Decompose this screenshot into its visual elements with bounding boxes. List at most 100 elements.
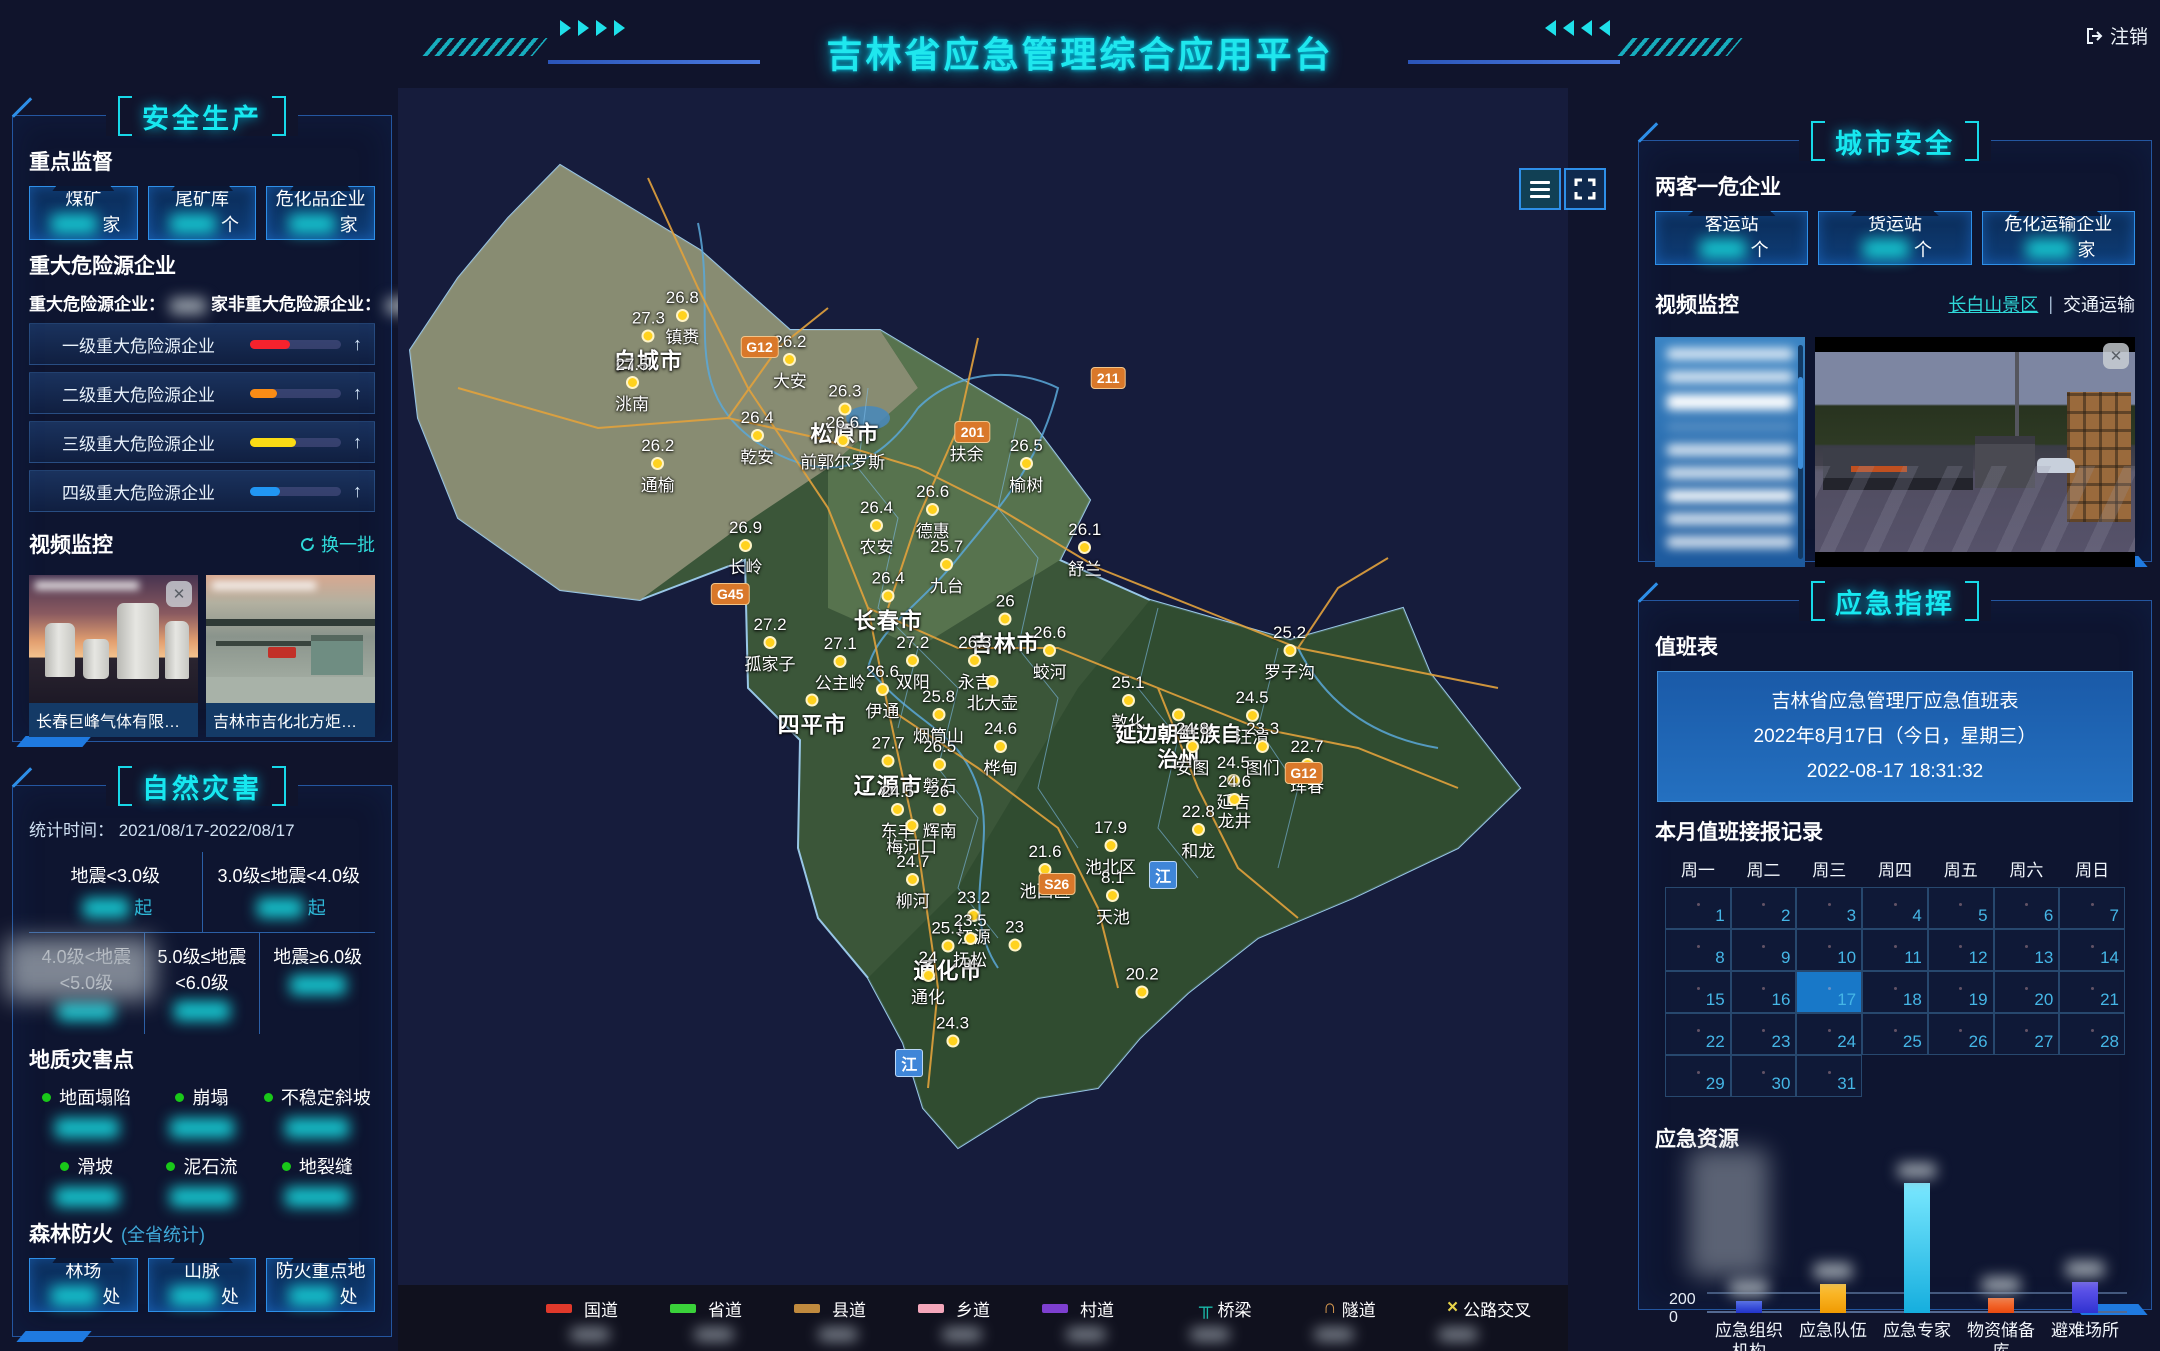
stat-box: 危化运输企业 家 [1982, 211, 2135, 265]
legend-item[interactable]: 省道 [670, 1296, 766, 1341]
bar-column: 应急组织机构 [1707, 1163, 1791, 1313]
day-number: 27 [2034, 1032, 2053, 1052]
legend-item[interactable]: × 公路交叉 [1414, 1296, 1510, 1341]
calendar-day-cell[interactable]: 2 [1731, 887, 1797, 929]
refresh-batch-button[interactable]: 换一批 [299, 531, 375, 557]
day-number: 12 [1969, 948, 1988, 968]
calendar-day-cell[interactable]: 15 [1665, 971, 1731, 1013]
structure-shape [206, 619, 375, 626]
close-icon[interactable]: ✕ [166, 581, 192, 607]
calendar-day-cell[interactable]: 6 [1994, 887, 2060, 929]
calendar-day-cell[interactable]: 7 [2059, 887, 2125, 929]
forest-sub-label: (全省统计) [121, 1225, 205, 1245]
calendar-day-cell[interactable]: 14 [2059, 929, 2125, 971]
tank-shape [45, 623, 75, 677]
close-icon[interactable]: ✕ [2103, 343, 2129, 369]
calendar-day-cell[interactable]: 28 [2059, 1013, 2125, 1055]
calendar-day-cell[interactable]: 16 [1731, 971, 1797, 1013]
scrollbar-thumb[interactable] [1798, 377, 1803, 469]
logout-label: 注销 [2110, 22, 2148, 49]
legend-item[interactable]: ╥ 桥梁 [1166, 1296, 1262, 1341]
map-layers-button[interactable] [1519, 168, 1561, 210]
calendar-day-cell[interactable]: 4 [1862, 887, 1928, 929]
day-number: 5 [1978, 906, 1987, 926]
calendar-day-cell[interactable]: 23 [1731, 1013, 1797, 1055]
legend-swatch [1042, 1304, 1068, 1313]
calendar-day-cell[interactable]: 11 [1862, 929, 1928, 971]
river-label: 江 [1149, 861, 1177, 889]
tab-transport[interactable]: 交通运输 [2063, 291, 2135, 317]
panel-natural-disaster: 自然灾害 统计时间： 2021/08/17-2022/08/17 地震<3.0级… [12, 785, 392, 1337]
blurred-value [290, 975, 346, 995]
logout-button[interactable]: 注销 [2085, 22, 2148, 49]
map-fullscreen-button[interactable] [1564, 168, 1606, 210]
legend-item[interactable]: 国道 [546, 1296, 642, 1341]
calendar-day-cell[interactable]: 10 [1796, 929, 1862, 971]
blurred-count [942, 1328, 982, 1341]
legend-item[interactable]: 村道 [1042, 1296, 1138, 1341]
calendar-day-cell[interactable]: 22 [1665, 1013, 1731, 1055]
calendar-day-cell[interactable]: 13 [1994, 929, 2060, 971]
calendar-day-cell[interactable]: 3 [1796, 887, 1862, 929]
weekday-label: 周三 [1796, 856, 1862, 881]
bar-category-label: 物资储备库 [1961, 1321, 2041, 1351]
calendar-day-cell[interactable]: 30 [1731, 1055, 1797, 1097]
calendar-day-cell[interactable]: 21 [2059, 971, 2125, 1013]
calendar-day-cell[interactable]: 20 [1994, 971, 2060, 1013]
earthquake-cell: 地震<3.0级 起 [29, 852, 203, 932]
video-thumbnail[interactable]: ✕ 长春巨峰气体有限责任公司 [29, 575, 198, 737]
calendar-day-cell[interactable]: 25 [1862, 1013, 1928, 1055]
resources-bar-chart: 200 0 应急组织机构 应急队 [1655, 1163, 2135, 1351]
map-canvas[interactable]: 26.8 镇赉 27.3 白城市 27.5 洮南 26.2 通榆 26.4 [398, 88, 1568, 1351]
section-heading-duty: 值班表 [1655, 631, 2135, 661]
calendar-day-cell[interactable]: 5 [1928, 887, 1994, 929]
legend-item[interactable]: 乡道 [918, 1296, 1014, 1341]
video-caption: 长春巨峰气体有限责任公司 [29, 703, 198, 737]
calendar-day-cell[interactable]: 1 [1665, 887, 1731, 929]
panel-emergency-command: 应急指挥 值班表 吉林省应急管理厅应急值班表 2022年8月17日（今日，星期三… [1638, 600, 2152, 1310]
camera-live-view[interactable]: ✕ [1815, 337, 2135, 567]
legend-swatch [1166, 1304, 1192, 1313]
legend-item[interactable]: ∩ 隧道 [1290, 1296, 1386, 1341]
calendar-day-cell[interactable]: 31 [1796, 1055, 1862, 1097]
calendar-day-cell[interactable]: 8 [1665, 929, 1731, 971]
hazard-level-row: 四级重大危险源企业 ↑ [29, 470, 375, 512]
day-number: 15 [1706, 990, 1725, 1010]
calendar-day-cell[interactable]: 26 [1928, 1013, 1994, 1055]
legend-item[interactable]: 县道 [794, 1296, 890, 1341]
legend-glyph-icon: ∩ [1323, 1302, 1337, 1314]
day-number: 14 [2100, 948, 2119, 968]
day-number: 16 [1772, 990, 1791, 1010]
calendar-grid: 1 2 3 4 5 6 7 8 [1665, 887, 2125, 1097]
stat-box: 防火重点地 处 [266, 1258, 375, 1312]
calendar-day-cell[interactable]: 29 [1665, 1055, 1731, 1097]
calendar-day-cell[interactable]: 12 [1928, 929, 1994, 971]
calendar-day-cell[interactable]: 27 [1994, 1013, 2060, 1055]
calendar-day-cell[interactable]: 17 [1796, 971, 1862, 1013]
bar-fill [250, 438, 296, 447]
day-number: 30 [1772, 1074, 1791, 1094]
day-number: 29 [1706, 1074, 1725, 1094]
calendar-day-cell[interactable]: 19 [1928, 971, 1994, 1013]
stat-box: 客运站 个 [1655, 211, 1808, 265]
calendar-day-cell[interactable]: 24 [1796, 1013, 1862, 1055]
calendar-day-cell[interactable]: 18 [1862, 971, 1928, 1013]
video-thumbnail[interactable]: 吉林市吉化北方炬霜工贸责任... [206, 575, 375, 737]
map[interactable]: 26.8 镇赉 27.3 白城市 27.5 洮南 26.2 通榆 26.4 [398, 88, 1568, 1351]
duty-roster-card: 吉林省应急管理厅应急值班表 2022年8月17日（今日，星期三） 2022-08… [1657, 671, 2133, 802]
blurred-value [289, 1286, 335, 1306]
calendar-day-cell[interactable]: 9 [1731, 929, 1797, 971]
bar-category-label: 应急专家 [1877, 1321, 1957, 1341]
blurred-count [1066, 1328, 1106, 1341]
tab-changbaishan[interactable]: 长白山景区 [1948, 291, 2038, 317]
legend-label: 公路交叉 [1463, 1296, 1531, 1321]
stat-time: 统计时间： 2021/08/17-2022/08/17 [29, 816, 375, 841]
blurred-value [170, 214, 216, 234]
blurred-value [2026, 239, 2072, 259]
panel-city-safety: 城市安全 两客一危企业 客运站 个 货运站 个 危化运输企业 家 视频监控 长白 [1638, 140, 2152, 562]
blurred-value [257, 898, 303, 918]
camera-list-blurred[interactable] [1655, 337, 1805, 567]
duty-line-1: 吉林省应急管理厅应急值班表 [1664, 684, 2126, 719]
section-heading-hazard: 重大危险源企业 [29, 250, 375, 280]
bars-layer: 应急组织机构 应急队伍 应急专家 物资储备库 [1707, 1163, 2127, 1313]
